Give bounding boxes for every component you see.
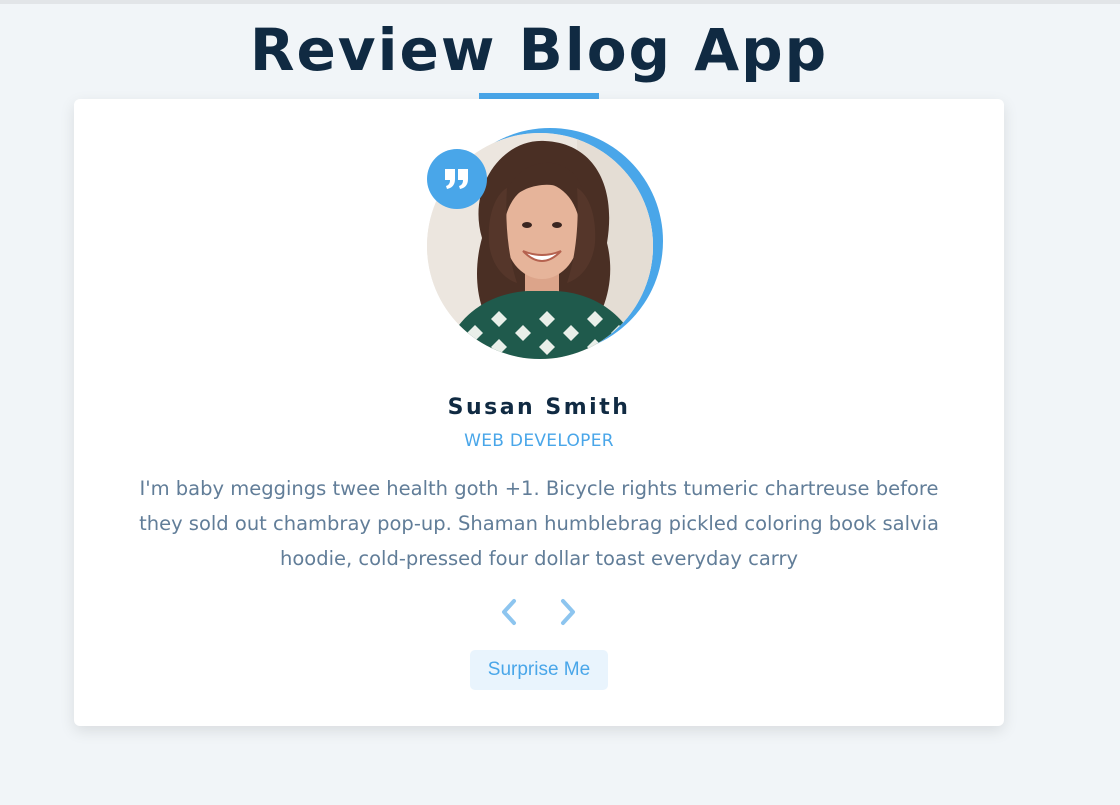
next-button[interactable] bbox=[553, 595, 583, 629]
review-text: I'm baby meggings twee health goth +1. B… bbox=[139, 477, 939, 570]
avatar-container bbox=[427, 128, 667, 364]
chevron-left-icon bbox=[502, 599, 516, 625]
author-job: WEB DEVELOPER bbox=[464, 431, 614, 451]
page-title: Review Blog App bbox=[249, 16, 829, 84]
prev-button[interactable] bbox=[494, 595, 524, 629]
chevron-right-icon bbox=[561, 599, 575, 625]
review-card: Susan Smith WEB DEVELOPER I'm baby meggi… bbox=[74, 99, 1004, 726]
quote-icon bbox=[445, 169, 468, 189]
top-divider bbox=[0, 0, 1120, 4]
quote-badge bbox=[427, 149, 487, 209]
page-header: Review Blog App bbox=[0, 14, 1078, 86]
surprise-me-button[interactable]: Surprise Me bbox=[470, 650, 608, 690]
author-name: Susan Smith bbox=[447, 395, 631, 420]
